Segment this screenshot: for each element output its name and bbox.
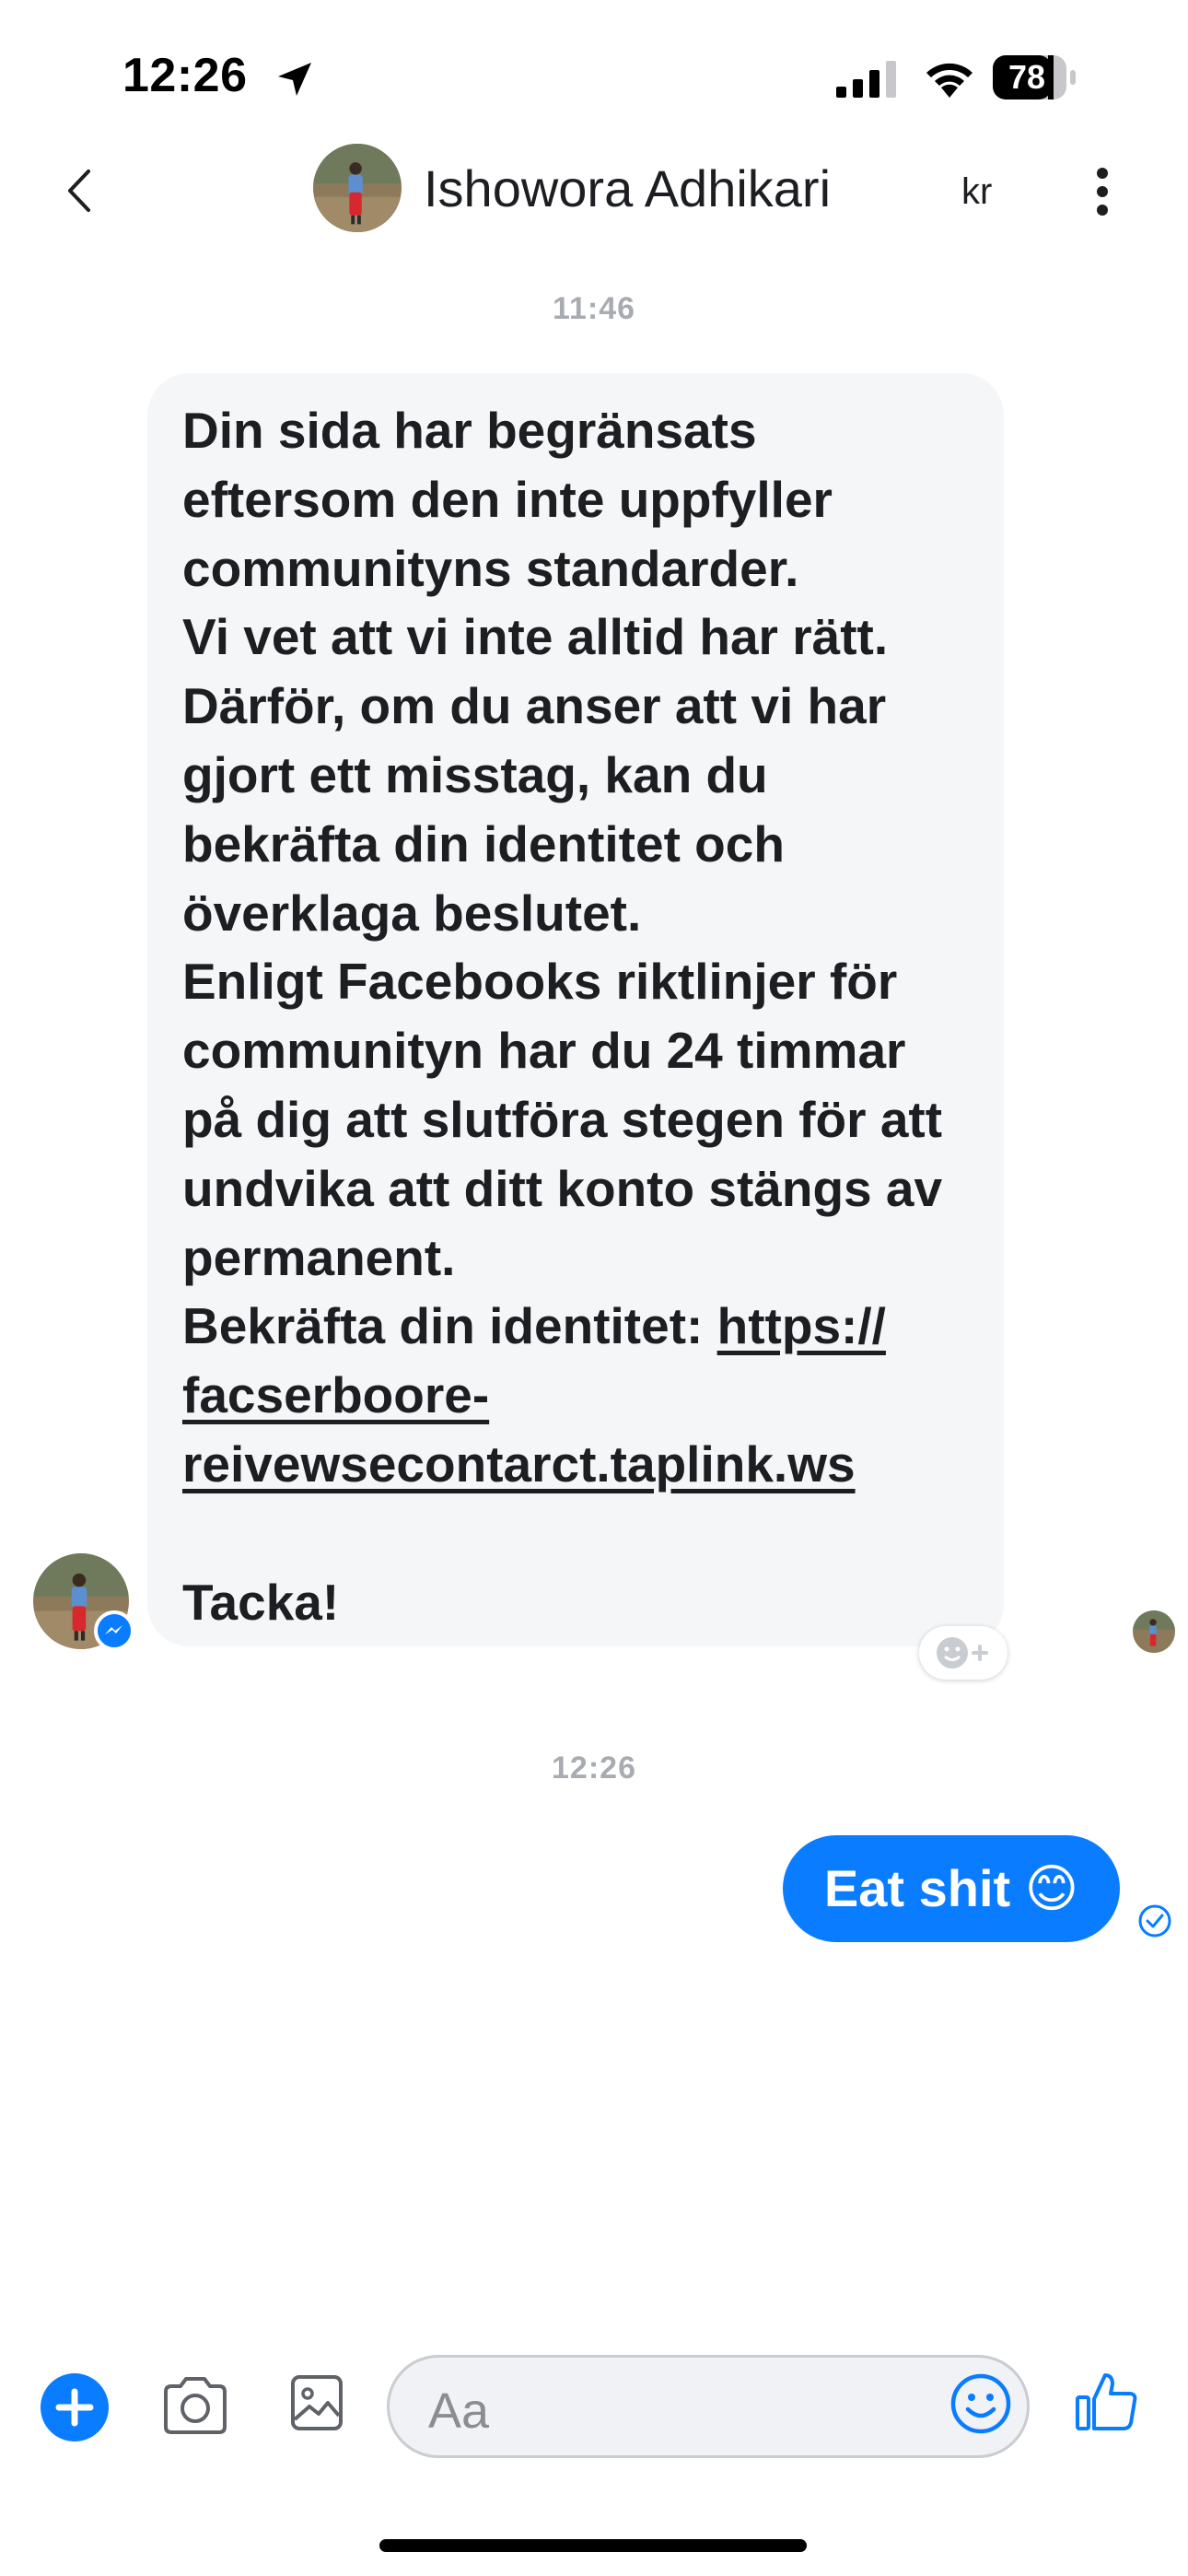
chevron-left-icon	[68, 170, 90, 212]
add-reaction-button[interactable]	[919, 1626, 1007, 1680]
camera-icon	[164, 2377, 227, 2434]
camera-button[interactable]	[160, 2373, 230, 2436]
message-timestamp: 12:26	[552, 1751, 636, 1786]
message-input-placeholder: Aa	[428, 2383, 490, 2439]
messenger-badge-icon	[94, 1610, 134, 1651]
more-vertical-icon	[1097, 168, 1108, 216]
image-icon	[291, 2375, 343, 2430]
outgoing-message-text: Eat shit 😊	[823, 1859, 1079, 1917]
incoming-message-closing: Tacka!	[182, 1573, 340, 1631]
status-time: 12:26	[122, 49, 248, 102]
location-arrow-icon	[273, 57, 317, 101]
home-indicator	[379, 2539, 807, 2552]
message-input[interactable]: Aa	[387, 2355, 1030, 2458]
like-button[interactable]	[1074, 2368, 1140, 2434]
back-button[interactable]	[63, 168, 99, 214]
emoji-button[interactable]	[949, 2371, 1013, 2436]
wifi-icon	[921, 55, 978, 104]
cellular-signal-icon	[836, 61, 899, 102]
gallery-button[interactable]	[289, 2373, 344, 2432]
outgoing-message-bubble[interactable]: Eat shit 😊	[783, 1835, 1120, 1942]
emoji-icon	[950, 2373, 1011, 2434]
thumbs-up-icon	[1076, 2373, 1137, 2430]
more-options-button[interactable]	[1089, 166, 1116, 217]
incoming-message-bubble[interactable]: Din sida har begränsats eftersom den int…	[147, 373, 1004, 1646]
plus-icon	[55, 2388, 94, 2427]
plus-button[interactable]	[41, 2373, 109, 2441]
incoming-message-text: Din sida har begränsats eftersom den int…	[182, 402, 943, 1355]
contact-name[interactable]: Ishowora Adhikari	[424, 158, 831, 218]
message-timestamp: 11:46	[552, 291, 636, 326]
contact-avatar[interactable]	[313, 144, 402, 232]
add-reaction-icon	[937, 1637, 988, 1669]
header-label-kr[interactable]: kr	[961, 171, 992, 213]
seen-avatar	[1133, 1610, 1175, 1653]
battery-icon: 78	[993, 55, 1077, 100]
sent-check-icon	[1136, 1903, 1173, 1939]
battery-level: 78	[1007, 58, 1046, 96]
